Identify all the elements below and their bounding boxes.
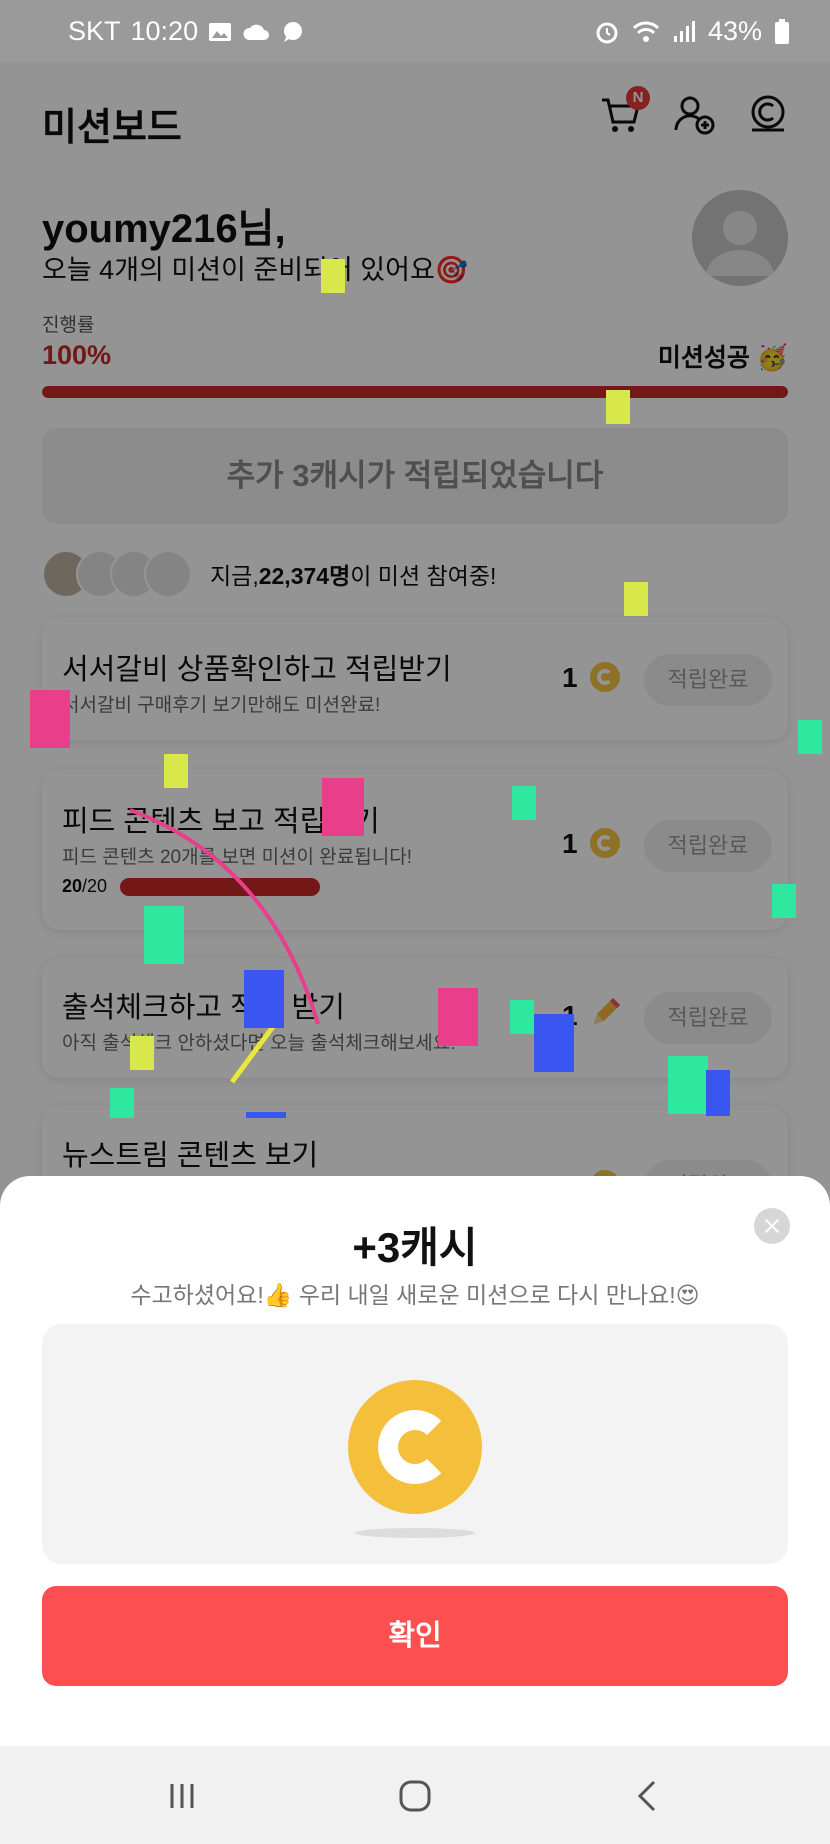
battery-percent: 43% <box>707 16 762 46</box>
confetti-piece <box>244 970 284 1028</box>
confetti-piece <box>438 988 478 1046</box>
reward-bottom-sheet: +3캐시 수고하셨어요!👍 우리 내일 새로운 미션으로 다시 만나요!😍 확인 <box>0 1176 830 1746</box>
confetti-streamer <box>229 1018 281 1084</box>
confetti-piece <box>798 720 822 754</box>
confetti-piece <box>706 1070 730 1116</box>
carrier-label: SKT <box>68 16 121 46</box>
back-icon[interactable] <box>628 1776 668 1816</box>
confetti-piece <box>130 1036 154 1070</box>
confetti-layer <box>129 808 320 1084</box>
confetti-piece <box>246 1112 286 1118</box>
home-icon[interactable] <box>395 1776 435 1816</box>
time-label: 10:20 <box>130 16 199 46</box>
alarm-icon <box>596 22 618 43</box>
confetti-piece <box>322 778 364 836</box>
status-bar: SKT 10:20 43% <box>0 0 830 62</box>
cloud-icon <box>243 24 270 40</box>
recent-apps-icon[interactable] <box>162 1776 202 1816</box>
confetti-piece <box>321 259 345 293</box>
confetti-piece <box>534 1014 574 1072</box>
confetti-piece <box>512 786 536 820</box>
confetti-piece <box>606 390 630 424</box>
chat-icon <box>284 21 303 42</box>
confetti-piece <box>772 884 796 918</box>
reward-subtitle: 수고하셨어요!👍 우리 내일 새로운 미션으로 다시 만나요!😍 <box>130 1282 700 1308</box>
wifi-icon <box>632 21 660 42</box>
gallery-icon <box>209 22 232 41</box>
cash-coin-icon <box>348 1380 482 1514</box>
confetti-piece <box>668 1056 708 1114</box>
reward-coin-box <box>42 1324 788 1564</box>
confetti-piece <box>30 690 70 748</box>
battery-icon <box>775 18 789 44</box>
confirm-button[interactable]: 확인 <box>42 1586 788 1686</box>
system-nav-bar <box>0 1746 830 1844</box>
reward-title: +3캐시 <box>352 1224 478 1271</box>
confetti-piece <box>510 1000 534 1034</box>
coin-shadow <box>355 1528 475 1538</box>
confetti-piece <box>110 1088 134 1118</box>
signal-icon <box>673 20 695 42</box>
confetti-piece <box>624 582 648 616</box>
confetti-piece <box>164 754 188 788</box>
confetti-piece <box>144 906 184 964</box>
